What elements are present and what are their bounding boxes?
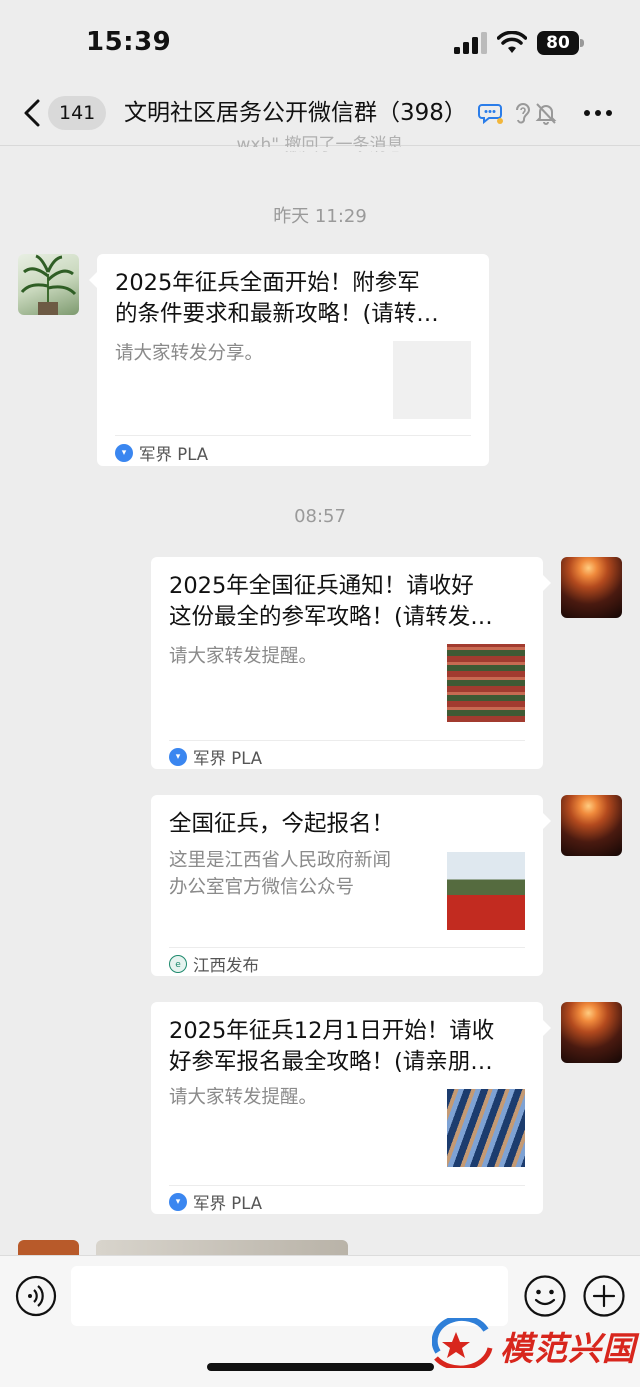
source-name: 江西发布 bbox=[193, 956, 259, 975]
article-card[interactable]: 全国征兵，今起报名！ 这里是江西省人民政府新闻 办公室官方微信公众号 e 江西发… bbox=[151, 795, 551, 976]
cellular-signal-icon bbox=[454, 32, 487, 54]
voice-icon[interactable] bbox=[15, 1275, 57, 1317]
article-title: 2025年全国征兵通知！请收好 这份最全的参军攻略！(请转发… bbox=[169, 573, 493, 630]
chat-title: 文明社区居务公开微信群（398） bbox=[124, 100, 467, 126]
article-thumbnail bbox=[447, 852, 525, 930]
article-card[interactable]: 2025年征兵全面开始！附参军 的条件要求和最新攻略！(请转… 请大家转发分享。… bbox=[89, 254, 489, 466]
avatar[interactable] bbox=[18, 254, 79, 315]
input-bar: 模范兴国 bbox=[0, 1255, 640, 1387]
article-description: 请大家转发分享。 bbox=[115, 343, 264, 364]
watermark-logo-icon bbox=[431, 1314, 493, 1371]
status-time: 15:39 bbox=[86, 27, 172, 57]
article-description: 这里是江西省人民政府新闻 办公室官方微信公众号 bbox=[169, 850, 392, 898]
article-title: 2025年征兵全面开始！附参军 的条件要求和最新攻略！(请转… bbox=[115, 270, 439, 327]
battery-level: 80 bbox=[537, 31, 579, 55]
watermark: 模范兴国 bbox=[431, 1314, 635, 1371]
battery-indicator: 80 bbox=[537, 31, 585, 55]
source-logo-icon: ▾ bbox=[169, 1193, 187, 1211]
article-source: ▾ 军界 PLA bbox=[115, 441, 208, 465]
article-thumbnail bbox=[447, 644, 525, 722]
article-description: 请大家转发提醒。 bbox=[169, 1087, 318, 1108]
plus-icon[interactable] bbox=[582, 1274, 626, 1318]
article-source: e 江西发布 bbox=[169, 952, 259, 976]
source-logo-icon: ▾ bbox=[115, 444, 133, 462]
article-title: 2025年征兵12月1日开始！请收 好参军报名最全攻略！(请亲朋… bbox=[169, 1018, 495, 1075]
more-dots-icon[interactable] bbox=[582, 102, 614, 124]
message-timestamp: 08:57 bbox=[294, 506, 346, 527]
watermark-text: 模范兴国 bbox=[500, 1329, 636, 1368]
emoji-icon[interactable] bbox=[523, 1274, 567, 1318]
wifi-icon bbox=[497, 31, 527, 53]
avatar[interactable] bbox=[561, 795, 622, 856]
source-name: 军界 PLA bbox=[193, 1194, 263, 1213]
source-logo-icon: e bbox=[169, 955, 187, 973]
status-bar: 15:39 80 bbox=[0, 0, 640, 84]
article-source: ▾ 军界 PLA bbox=[169, 745, 262, 769]
home-indicator[interactable] bbox=[207, 1363, 434, 1371]
article-card[interactable]: 2025年全国征兵通知！请收好 这份最全的参军攻略！(请转发… 请大家转发提醒。… bbox=[151, 557, 551, 769]
article-thumbnail bbox=[447, 1089, 525, 1167]
message-input[interactable] bbox=[71, 1266, 508, 1326]
plant-icon bbox=[20, 254, 77, 315]
source-logo-icon: ▾ bbox=[169, 748, 187, 766]
unread-count-badge[interactable]: 141 bbox=[48, 96, 107, 130]
avatar[interactable] bbox=[561, 557, 622, 618]
avatar[interactable] bbox=[561, 1002, 622, 1063]
source-name: 军界 PLA bbox=[193, 749, 263, 768]
recall-notice: wxh" 撤回了一条消息 bbox=[236, 135, 404, 155]
source-name: 军界 PLA bbox=[139, 445, 209, 464]
mute-bell-icon bbox=[535, 103, 557, 125]
article-description: 请大家转发提醒。 bbox=[169, 646, 318, 667]
article-card[interactable]: 2025年征兵12月1日开始！请收 好参军报名最全攻略！(请亲朋… 请大家转发提… bbox=[151, 1002, 551, 1214]
ear-icon bbox=[516, 103, 531, 124]
chevron-left-icon[interactable] bbox=[18, 98, 48, 128]
article-thumbnail bbox=[393, 341, 471, 419]
article-source: ▾ 军界 PLA bbox=[169, 1190, 262, 1214]
message-timestamp: 昨天 11:29 bbox=[273, 206, 367, 227]
chat-bubble-icon bbox=[478, 104, 503, 125]
